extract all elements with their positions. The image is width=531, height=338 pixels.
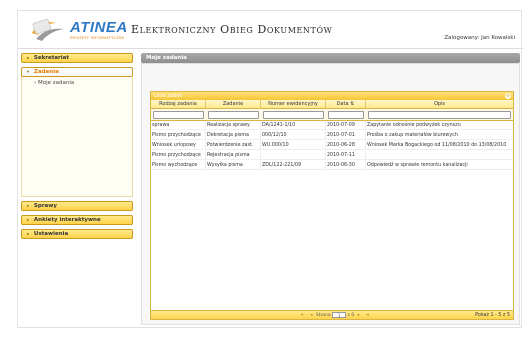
- grid-title-label: Lista zadań: [154, 93, 183, 99]
- logo-subtitle: PROJEKTY INFORMATYCZNE: [70, 36, 125, 40]
- last-page-icon[interactable]: ⇥: [365, 313, 369, 318]
- sidebar-subitem-moje-zadania[interactable]: › Moje zadania: [34, 80, 74, 86]
- column-header-data[interactable]: Data ⇅: [326, 100, 366, 109]
- filter-zadanie-input[interactable]: [208, 111, 259, 119]
- pager-page-label: Strona: [315, 313, 331, 318]
- app-window: ATINEA PROJEKTY INFORMATYCZNE Elektronic…: [17, 10, 523, 328]
- chevron-right-icon: ▸: [27, 232, 30, 237]
- cell-numer: WU.000/10: [261, 141, 326, 150]
- logo-text: ATINEA: [70, 19, 128, 36]
- app-header: ATINEA PROJEKTY INFORMATYCZNE Elektronic…: [18, 11, 523, 48]
- sidebar-subitem-label: Moje zadania: [37, 80, 75, 86]
- cell-opis: Wniosek Marka Bogackiego od 11/08/2010 d…: [367, 143, 507, 148]
- cell-opis: Odpowiedź w sprawie remontu kanalizacji: [367, 163, 468, 168]
- chevron-down-icon: ▾: [27, 70, 30, 75]
- table-row[interactable]: sprawa Realizacja sprawy DA/1241-1/10 20…: [151, 121, 513, 130]
- records-count: Pokaż 1 - 5 z 5: [475, 313, 510, 318]
- sidebar-item-label: Zadania: [33, 69, 59, 75]
- first-page-icon[interactable]: ⇤: [301, 313, 305, 318]
- filter-rodzaj-input[interactable]: [153, 111, 204, 119]
- sidebar-item-label: Ankiety interaktywne: [33, 217, 101, 223]
- grid-filter-row: [151, 109, 513, 121]
- prev-page-icon[interactable]: ◂: [310, 313, 312, 318]
- grid-pager: ⇤ ◂ Strona 1 z 0 ▸ ⇥ Pokaż 1 - 5 z 5: [151, 310, 513, 319]
- cell-zadanie: Potwierdzenie zast.: [206, 141, 261, 150]
- column-header-numer[interactable]: Numer ewidencyjny: [261, 100, 326, 109]
- cell-numer: [261, 151, 326, 160]
- chevron-right-icon: ▸: [27, 218, 30, 223]
- table-row[interactable]: Pismo przychodzące Dekretacja pisma 000/…: [151, 131, 513, 140]
- logged-user-label: Zalogowany: Jan Kowalski: [444, 35, 515, 41]
- collapse-icon[interactable]: ⊖: [505, 93, 511, 99]
- cell-rodzaj: Pismo przychodzące: [151, 131, 206, 140]
- table-row[interactable]: Pismo wychodzące Wysyłka pisma ZDL/122-2…: [151, 161, 513, 170]
- cell-rodzaj: Pismo przychodzące: [151, 151, 206, 160]
- filter-numer-input[interactable]: [263, 111, 324, 119]
- column-header-opis[interactable]: Opis: [366, 100, 513, 109]
- column-header-rodzaj[interactable]: Rodzaj zadania: [151, 100, 206, 109]
- filter-opis-input[interactable]: [368, 111, 511, 119]
- sidebar-item-label: Sprawy: [33, 203, 57, 209]
- column-header-zadanie[interactable]: Zadanie: [206, 100, 261, 109]
- cell-data: 2010-07-11: [326, 151, 366, 160]
- sidebar-zadania-panel: › Moje zadania: [21, 77, 133, 197]
- logo-swoosh-icon: [32, 18, 64, 41]
- filter-data-input[interactable]: [328, 111, 364, 119]
- cell-zadanie: Rejestracja pisma: [206, 151, 261, 160]
- next-page-icon[interactable]: ▸: [358, 313, 360, 318]
- sidebar: ▸ Sekretariat ▾ Zadania › Moje zadania ▸…: [21, 53, 133, 325]
- header-divider: [18, 48, 523, 49]
- sidebar-item-label: Sekretariat: [33, 55, 69, 61]
- sidebar-item-sprawy[interactable]: ▸ Sprawy: [21, 201, 133, 211]
- sidebar-item-ankiety[interactable]: ▸ Ankiety interaktywne: [21, 215, 133, 225]
- main-panel: Lista zadań ⊖ Rodzaj zadania Zadanie Num…: [141, 63, 520, 325]
- cell-data: 2010-06-30: [326, 161, 366, 170]
- atinea-logo: ATINEA PROJEKTY INFORMATYCZNE: [30, 17, 128, 43]
- cell-rodzaj: Pismo wychodzące: [151, 161, 206, 170]
- grid-title: Lista zadań ⊖: [151, 92, 513, 100]
- chevron-right-icon: ▸: [27, 204, 30, 209]
- cell-rodzaj: Wniosek urlopowy: [151, 141, 206, 150]
- table-row[interactable]: Pismo przychodzące Rejestracja pisma 201…: [151, 151, 513, 160]
- pager-controls: ⇤ ◂ Strona 1 z 0 ▸ ⇥: [299, 311, 371, 320]
- cell-opis: Prośba o zakup materiałów biurowych: [367, 133, 458, 138]
- cell-data: 2010-07-09: [326, 121, 366, 130]
- sidebar-item-ustawienia[interactable]: ▸ Ustawienia: [21, 229, 133, 239]
- cell-data: 2010-06-28: [326, 141, 366, 150]
- page-title: Moje zadania: [141, 53, 520, 63]
- cell-data: 2010-07-01: [326, 131, 366, 140]
- grid-header: Rodzaj zadania Zadanie Numer ewidencyjny…: [151, 100, 513, 109]
- cell-zadanie: Dekretacja pisma: [206, 131, 261, 140]
- chevron-right-icon: ▸: [27, 56, 30, 61]
- cell-numer: 000/12/10: [261, 131, 326, 140]
- cell-rodzaj: sprawa: [151, 121, 206, 130]
- sidebar-item-label: Ustawienia: [33, 231, 69, 237]
- page-number-input[interactable]: 1: [332, 311, 347, 318]
- pager-of-label: z 0: [347, 313, 355, 318]
- tasks-grid: Lista zadań ⊖ Rodzaj zadania Zadanie Num…: [150, 91, 514, 320]
- cell-zadanie: Wysyłka pisma: [206, 161, 261, 170]
- cell-opis: Zapytanie odnośnie podwyżek czynszu: [367, 123, 461, 128]
- cell-numer: DA/1241-1/10: [261, 121, 326, 130]
- cell-numer: ZDL/122-221/09: [261, 161, 326, 170]
- sidebar-item-sekretariat[interactable]: ▸ Sekretariat: [21, 53, 133, 63]
- cell-opis: [366, 151, 513, 160]
- cell-zadanie: Realizacja sprawy: [206, 121, 261, 130]
- app-title: Elektroniczny Obieg Dokumentów: [131, 23, 333, 36]
- sidebar-item-zadania[interactable]: ▾ Zadania: [21, 67, 133, 77]
- table-row[interactable]: Wniosek urlopowy Potwierdzenie zast. WU.…: [151, 141, 513, 150]
